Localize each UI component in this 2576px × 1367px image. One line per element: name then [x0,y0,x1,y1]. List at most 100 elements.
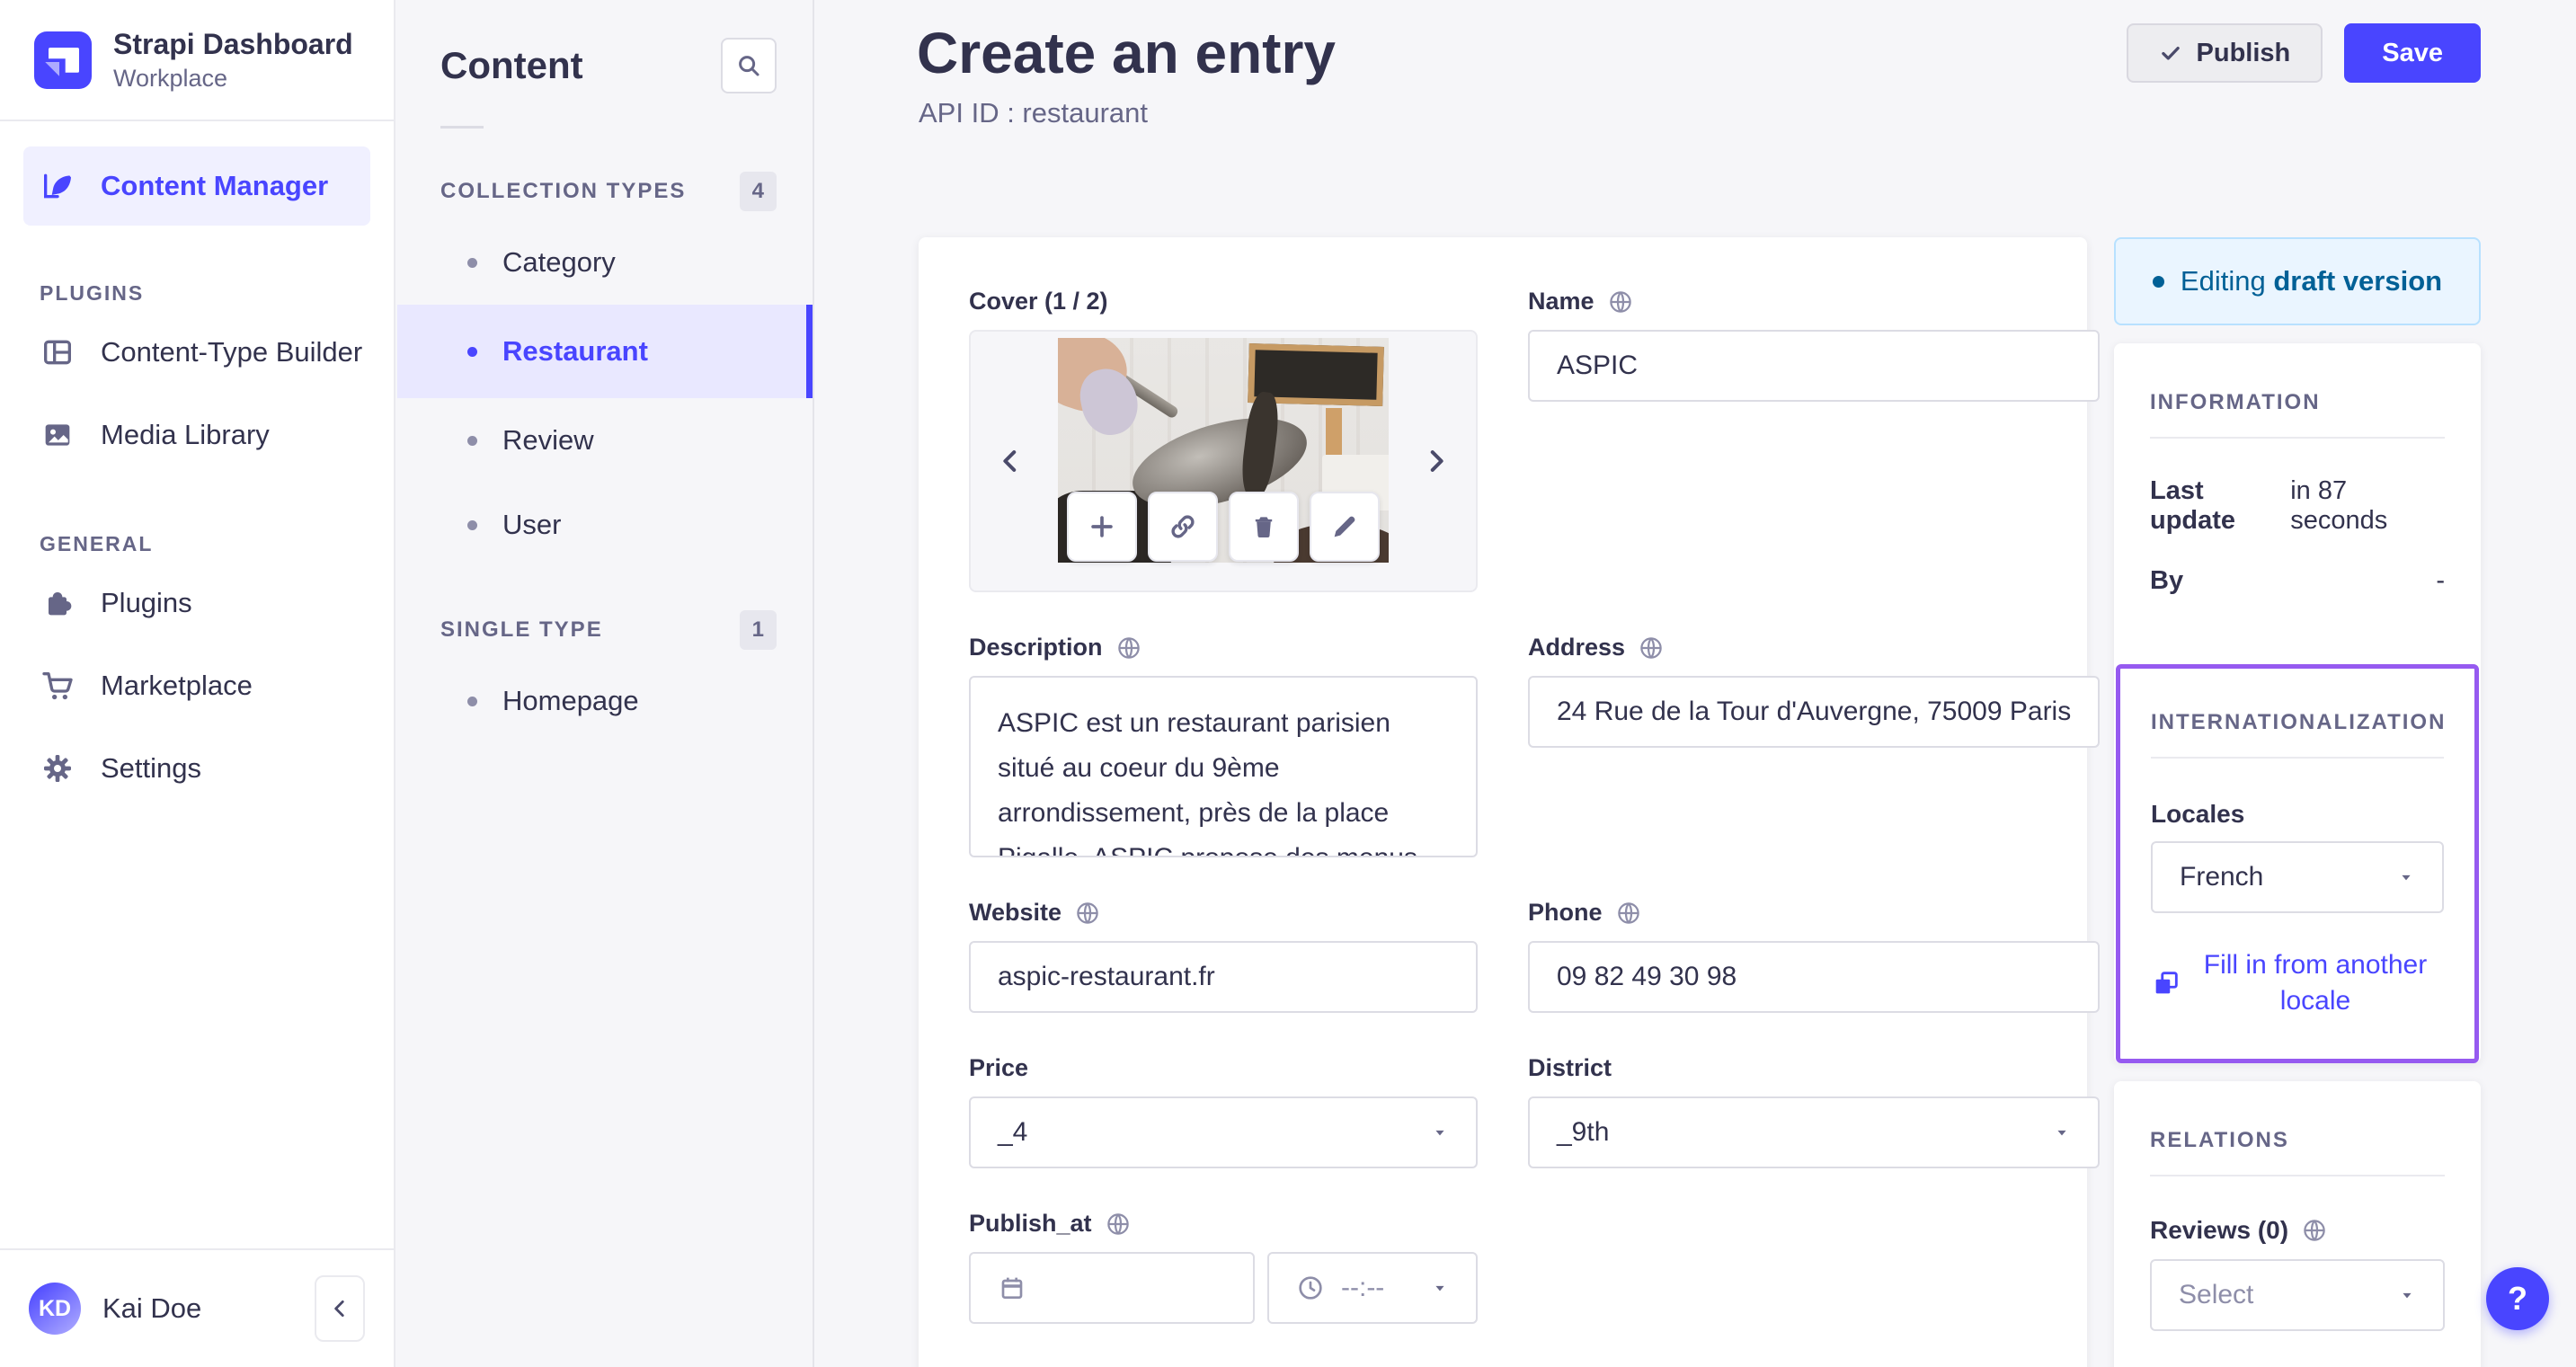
user-name: Kai Doe [102,1292,202,1324]
sidebar-item-label: Content-Type Builder [101,336,363,368]
globe-icon [2301,1217,2328,1244]
field-district: District _9th [1528,1054,2101,1168]
name-input[interactable]: ASPIC [1528,330,2101,402]
caret-down-icon [2398,1286,2416,1304]
puzzle-icon [38,585,77,621]
field-address: Address 24 Rue de la Tour d'Auvergne, 75… [1528,634,2101,857]
pencil-icon [1329,511,1360,542]
district-label: District [1528,1054,1612,1081]
sidebar-item-content-manager[interactable]: Content Manager [23,146,370,226]
sidebar-item-plugins[interactable]: Plugins [0,562,394,644]
cart-icon [38,668,77,704]
caret-down-icon [2053,1123,2071,1141]
link-icon [1168,511,1198,542]
copy-link-button[interactable] [1148,492,1218,562]
sidebar-item-settings[interactable]: Settings [0,727,394,810]
locale-select[interactable]: French [2151,841,2444,913]
information-title: INFORMATION [2150,390,2321,414]
district-value: _9th [1557,1117,1610,1147]
publish-time-placeholder: --:-- [1341,1273,1385,1302]
add-media-button[interactable] [1067,492,1137,562]
calendar-icon [998,1274,1026,1302]
collection-type-label: User [502,509,562,540]
status-text: Editing draft version [2180,265,2443,297]
field-cover: Cover (1 / 2) [969,288,1478,592]
entry-side-panel: Editing draft version INFORMATION Last u… [2114,237,2481,1367]
publish-time-select[interactable]: --:-- [1267,1252,1478,1324]
nav-section-plugins: PLUGINS [40,281,145,306]
trash-icon [1248,511,1279,542]
caret-down-icon [1431,1279,1449,1297]
info-value: in 87 seconds [2290,476,2388,535]
content-manager-icon [38,168,77,204]
district-select[interactable]: _9th [1528,1096,2101,1168]
collection-type-category[interactable]: Category [397,220,813,305]
sidebar-item-label: Content Manager [101,170,329,202]
info-row-last-update: Last update in 87 seconds [2150,476,2445,536]
info-row-by: By - [2150,566,2445,596]
bullet-icon [467,696,477,706]
relations-title: RELATIONS [2150,1128,2289,1152]
phone-input[interactable]: 09 82 49 30 98 [1528,941,2101,1013]
sidebar-footer: KD Kai Doe [0,1248,394,1367]
active-indicator [806,305,813,398]
collection-type-user[interactable]: User [397,483,813,567]
help-button[interactable]: ? [2486,1267,2549,1330]
globe-icon [1638,635,1665,661]
address-input[interactable]: 24 Rue de la Tour d'Auvergne, 75009 Pari… [1528,676,2101,748]
workspace-brand[interactable]: Strapi Dashboard Workplace [0,0,394,122]
field-description: Description ASPIC est un restaurant pari… [969,634,1478,857]
search-button[interactable] [721,38,777,93]
save-button[interactable]: Save [2344,23,2481,83]
info-label: By [2150,566,2184,595]
collapse-sidebar-button[interactable] [315,1275,365,1342]
sidebar-item-marketplace[interactable]: Marketplace [0,644,394,727]
sidebar-item-label: Plugins [101,587,192,619]
main-area: Create an entry API ID : restaurant Publ… [814,0,2576,1367]
single-type-count-badge: 1 [739,610,777,650]
divider [2150,437,2445,439]
field-phone: Phone 09 82 49 30 98 [1528,899,2101,1013]
collection-type-label: Category [502,246,616,278]
field-reviews: Reviews (0) Select [2150,1216,2445,1331]
check-icon [2159,41,2182,65]
single-type-homepage[interactable]: Homepage [397,659,813,743]
content-title: Content [440,44,583,86]
publish-date-input[interactable] [969,1252,1255,1324]
locales-label: Locales [2151,800,2245,828]
sidebar-item-label: Marketplace [101,670,253,702]
group-title-single-type: SINGLE TYPE [440,617,603,642]
publish-button[interactable]: Publish [2126,23,2323,83]
description-textarea[interactable]: ASPIC est un restaurant parisien situé a… [969,676,1478,857]
collection-types-count-badge: 4 [739,172,777,211]
bullet-icon [467,346,477,357]
reviews-placeholder: Select [2179,1280,2254,1309]
collection-type-restaurant[interactable]: Restaurant [397,305,813,398]
field-name: Name ASPIC [1528,288,2101,592]
fill-from-locale-link[interactable]: Fill in from another locale [2151,947,2444,1019]
avatar[interactable]: KD [29,1283,81,1335]
divider [2151,757,2444,759]
layout-icon [38,334,77,370]
nav-section-general: GENERAL [40,532,154,556]
reviews-select[interactable]: Select [2150,1259,2445,1331]
carousel-next-button[interactable] [1417,441,1456,481]
website-input[interactable]: aspic-restaurant.fr [969,941,1478,1013]
info-label: Last update [2150,476,2236,535]
info-value: - [2436,566,2445,595]
edit-media-button[interactable] [1310,492,1380,562]
carousel-prev-button[interactable] [990,441,1030,481]
price-select[interactable]: _4 [969,1096,1478,1168]
page-title: Create an entry [917,21,1336,85]
plus-icon [1087,511,1117,542]
collection-type-label: Review [502,424,594,456]
clock-icon [1296,1274,1325,1302]
delete-media-button[interactable] [1229,492,1299,562]
chevron-left-icon [328,1297,351,1320]
collection-type-review[interactable]: Review [397,398,813,483]
bullet-icon [467,519,477,530]
sidebar-item-content-type-builder[interactable]: Content-Type Builder [0,311,394,394]
sidebar-item-label: Media Library [101,419,270,451]
sidebar-item-media-library[interactable]: Media Library [0,394,394,476]
status-dot-icon [2152,275,2164,288]
